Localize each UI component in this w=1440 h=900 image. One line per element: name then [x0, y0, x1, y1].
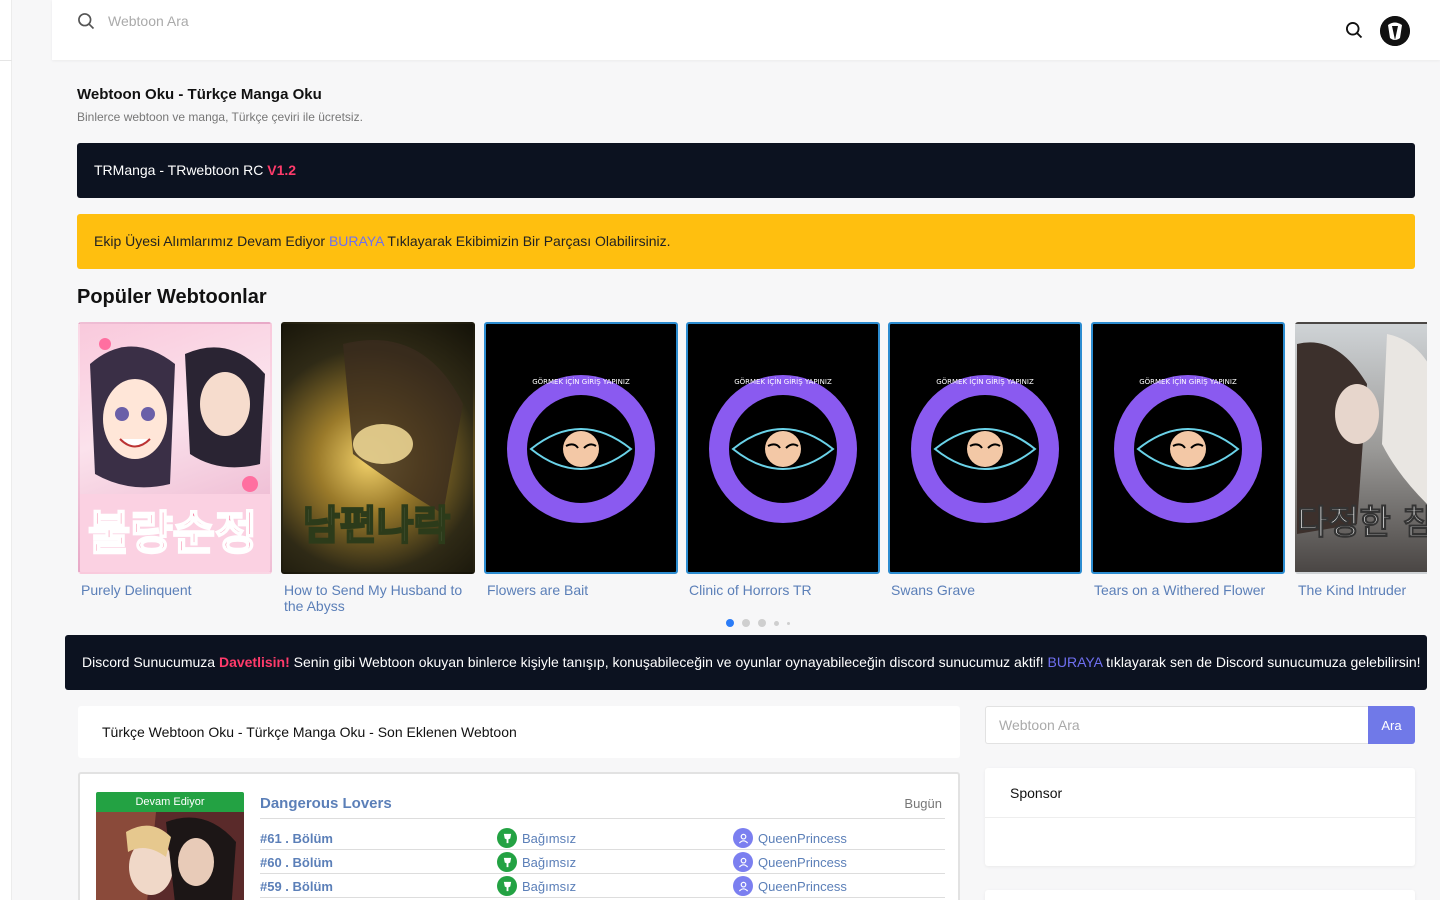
- page-title: Webtoon Oku - Türkçe Manga Oku: [77, 86, 322, 103]
- sidebar-search-button[interactable]: Ara: [1368, 706, 1415, 744]
- user-icon: [733, 828, 753, 848]
- group-link[interactable]: Bağımsız: [497, 852, 576, 872]
- top-bar: [52, 0, 1440, 60]
- discord-text-end: tıklayarak sen de Discord sunucumuza gel…: [1102, 654, 1421, 670]
- search-icon[interactable]: [1344, 20, 1364, 40]
- cover-text: GÖRMEK İÇİN GİRİŞ YAPINIZ: [734, 377, 832, 386]
- group-icon: [497, 828, 517, 848]
- user-icon: [733, 852, 753, 872]
- cover-text: 불량순정: [88, 506, 257, 560]
- cover-image[interactable]: GÖRMEK İÇİN GİRİŞ YAPINIZ: [686, 322, 880, 574]
- card-title[interactable]: Flowers are Bait: [484, 582, 678, 598]
- recruit-banner: Ekip Üyesi Alımlarımız Devam Ediyor BURA…: [77, 214, 1415, 269]
- latest-heading: Türkçe Webtoon Oku - Türkçe Manga Oku - …: [78, 706, 960, 758]
- recruit-text-end: Tıklayarak Ekibimizin Bir Parçası Olabil…: [383, 233, 671, 249]
- sidebar-search: Ara: [985, 706, 1415, 744]
- card-title[interactable]: How to Send My Husband to the Abyss: [281, 582, 475, 614]
- user-name[interactable]: QueenPrincess: [758, 879, 847, 894]
- cover-image[interactable]: GÖRMEK İÇİN GİRİŞ YAPINIZ: [888, 322, 1082, 574]
- card-title[interactable]: The Kind Intruder: [1295, 582, 1427, 598]
- cover-image[interactable]: 남편나락: [281, 322, 475, 574]
- chapter-row[interactable]: #60 . Bölüm Bağımsız QueenPrincess: [260, 850, 945, 874]
- version-banner: TRManga - TRwebtoon RC V1.2: [77, 143, 1415, 198]
- cover-image[interactable]: GÖRMEK İÇİN GİRİŞ YAPINIZ: [1091, 322, 1285, 574]
- popular-card[interactable]: 남편나락 How to Send My Husband to the Abyss: [281, 322, 475, 614]
- chapter-link[interactable]: #60 . Bölüm: [260, 855, 333, 870]
- group-icon: [497, 876, 517, 896]
- cover-text: 남편나락: [303, 503, 450, 549]
- cover-text: GÖRMEK İÇİN GİRİŞ YAPINIZ: [936, 377, 1034, 386]
- series-thumbnail[interactable]: [96, 812, 244, 900]
- card-title[interactable]: Clinic of Horrors TR: [686, 582, 880, 598]
- discord-highlight: Davetlisin!: [218, 654, 290, 670]
- left-rail: [0, 0, 12, 900]
- group-name[interactable]: Bağımsız: [522, 831, 576, 846]
- popular-carousel: 불량순정 Purely Delinquent 남편나락 How to Send …: [78, 322, 1427, 622]
- search-icon[interactable]: [76, 11, 96, 31]
- group-link[interactable]: Bağımsız: [497, 828, 576, 848]
- user-name[interactable]: QueenPrincess: [758, 855, 847, 870]
- pagination-dot[interactable]: [787, 621, 790, 625]
- version-text: TRManga - TRwebtoon RC: [94, 162, 268, 178]
- sponsor-box: Sponsor: [985, 768, 1415, 866]
- user-link[interactable]: QueenPrincess: [733, 828, 847, 848]
- user-name[interactable]: QueenPrincess: [758, 831, 847, 846]
- discord-text: Discord Sunucumuza: [82, 654, 219, 670]
- cover-image[interactable]: 다정한 침입자: [1295, 322, 1427, 574]
- pagination-dot[interactable]: [742, 619, 750, 627]
- carousel-pagination: [726, 619, 790, 627]
- sidebar-widget: [985, 890, 1415, 900]
- latest-entry: Devam Ediyor Dangerous Lovers Bugün #61 …: [78, 772, 960, 900]
- chapter-link[interactable]: #61 . Bölüm: [260, 831, 333, 846]
- card-title[interactable]: Tears on a Withered Flower: [1091, 582, 1285, 598]
- card-title[interactable]: Purely Delinquent: [78, 582, 272, 598]
- cover-text: GÖRMEK İÇİN GİRİŞ YAPINIZ: [1139, 377, 1237, 386]
- popular-card[interactable]: 불량순정 Purely Delinquent: [78, 322, 272, 598]
- series-title[interactable]: Dangerous Lovers: [260, 795, 392, 812]
- popular-card[interactable]: GÖRMEK İÇİN GİRİŞ YAPINIZ Flowers are Ba…: [484, 322, 678, 598]
- status-badge: Devam Ediyor: [96, 792, 244, 812]
- discord-text-middle: Senin gibi Webtoon okuyan binlerce kişiy…: [289, 654, 1048, 670]
- popular-card[interactable]: GÖRMEK İÇİN GİRİŞ YAPINIZ Swans Grave: [888, 322, 1082, 598]
- chapter-link[interactable]: #59 . Bölüm: [260, 879, 333, 894]
- header-search-input[interactable]: [108, 13, 408, 29]
- card-title[interactable]: Swans Grave: [888, 582, 1082, 598]
- discord-banner: Discord Sunucumuza Davetlisin! Senin gib…: [65, 635, 1427, 690]
- user-icon: [733, 876, 753, 896]
- chapter-row[interactable]: #61 . Bölüm Bağımsız QueenPrincess: [260, 826, 945, 850]
- divider: [260, 818, 945, 819]
- cover-image[interactable]: GÖRMEK İÇİN GİRİŞ YAPINIZ: [484, 322, 678, 574]
- popular-heading: Popüler Webtoonlar: [77, 286, 267, 308]
- discord-link[interactable]: BURAYA: [1048, 654, 1103, 670]
- cover-text: GÖRMEK İÇİN GİRİŞ YAPINIZ: [532, 377, 630, 386]
- group-icon: [497, 852, 517, 872]
- group-link[interactable]: Bağımsız: [497, 876, 576, 896]
- group-name[interactable]: Bağımsız: [522, 855, 576, 870]
- popular-card[interactable]: GÖRMEK İÇİN GİRİŞ YAPINIZ Tears on a Wit…: [1091, 322, 1285, 598]
- page-subtitle: Binlerce webtoon ve manga, Türkçe çeviri…: [77, 110, 363, 124]
- user-link[interactable]: QueenPrincess: [733, 876, 847, 896]
- header-search: [76, 10, 408, 32]
- version-number: V1.2: [267, 162, 297, 178]
- avatar[interactable]: [1380, 16, 1410, 46]
- pagination-dot[interactable]: [726, 619, 734, 627]
- update-date: Bugün: [904, 796, 942, 811]
- cover-text: 다정한 침입자: [1297, 503, 1427, 543]
- chapter-row[interactable]: #59 . Bölüm Bağımsız QueenPrincess: [260, 874, 945, 898]
- user-link[interactable]: QueenPrincess: [733, 852, 847, 872]
- group-name[interactable]: Bağımsız: [522, 879, 576, 894]
- pagination-dot[interactable]: [774, 620, 779, 626]
- pagination-dot[interactable]: [758, 619, 766, 627]
- recruit-text: Ekip Üyesi Alımlarımız Devam Ediyor: [94, 233, 329, 249]
- sponsor-heading: Sponsor: [985, 768, 1415, 818]
- popular-card[interactable]: GÖRMEK İÇİN GİRİŞ YAPINIZ Clinic of Horr…: [686, 322, 880, 598]
- cover-image[interactable]: 불량순정: [78, 322, 272, 574]
- sidebar-search-input[interactable]: [985, 706, 1368, 744]
- recruit-link[interactable]: BURAYA: [329, 233, 384, 249]
- popular-card[interactable]: 다정한 침입자 The Kind Intruder: [1295, 322, 1427, 598]
